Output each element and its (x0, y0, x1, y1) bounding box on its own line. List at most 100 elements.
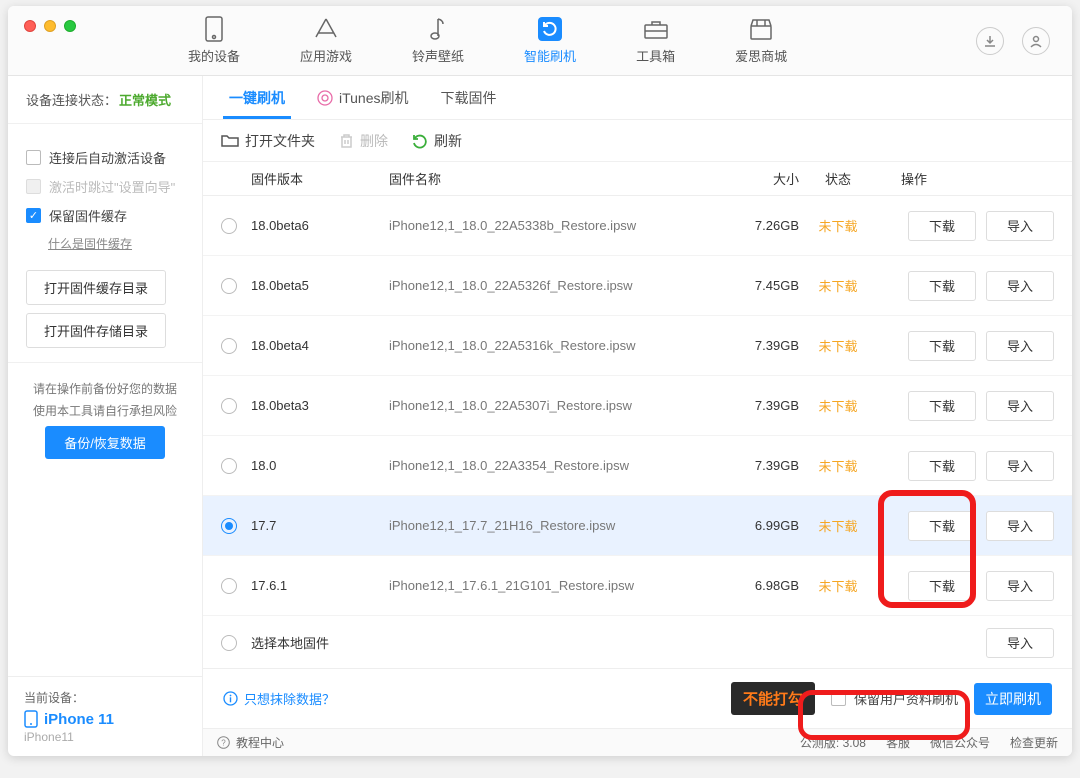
nav-smart-flash[interactable]: 智能刷机 (524, 16, 576, 65)
checkbox-auto-activate[interactable]: 连接后自动激活设备 (26, 148, 184, 167)
refresh-icon (537, 16, 563, 42)
svg-text:?: ? (221, 739, 226, 748)
firmware-row[interactable]: 18.0beta3iPhone12,1_18.0_22A5307i_Restor… (203, 376, 1072, 436)
store-icon (748, 16, 774, 42)
download-manager-button[interactable] (976, 27, 1004, 55)
appstore-icon (313, 16, 339, 42)
firmware-list: 18.0beta6iPhone12,1_18.0_22A5338b_Restor… (203, 196, 1072, 668)
import-button[interactable]: 导入 (986, 451, 1054, 481)
firmware-row[interactable]: 18.0iPhone12,1_18.0_22A3354_Restore.ipsw… (203, 436, 1072, 496)
firmware-row[interactable]: 18.0beta6iPhone12,1_18.0_22A5338b_Restor… (203, 196, 1072, 256)
col-ops: 操作 (877, 169, 1047, 188)
tab-itunes-flash[interactable]: iTunes刷机 (301, 76, 425, 119)
radio-icon[interactable] (221, 578, 237, 594)
nav-store[interactable]: 爱思商城 (735, 16, 787, 65)
checkbox-keep-userdata[interactable]: 保留用户资料刷机 (831, 689, 958, 708)
account-button[interactable] (1022, 27, 1050, 55)
radio-icon[interactable] (221, 338, 237, 354)
open-store-dir-button[interactable]: 打开固件存储目录 (26, 313, 166, 348)
import-button[interactable]: 导入 (986, 571, 1054, 601)
erase-data-link[interactable]: 只想抹除数据？ (223, 689, 335, 708)
cell-local-label: 选择本地固件 (251, 633, 329, 652)
firmware-row-local[interactable]: 选择本地固件 导入 (203, 616, 1072, 668)
connection-mode: 正常模式 (119, 93, 171, 108)
whatis-cache-link[interactable]: 什么是固件缓存 (48, 237, 132, 251)
checkbox-icon (26, 179, 41, 194)
annotation-badge: 不能打勾 (731, 682, 815, 715)
cell-size: 6.98GB (719, 578, 799, 593)
nav-label: 铃声壁纸 (412, 46, 464, 65)
cell-version: 18.0beta6 (251, 218, 389, 233)
firmware-row[interactable]: 17.7iPhone12,1_17.7_21H16_Restore.ipsw6.… (203, 496, 1072, 556)
minimize-icon[interactable] (44, 20, 56, 32)
refresh-button[interactable]: 刷新 (412, 131, 462, 151)
col-size: 大小 (719, 169, 799, 188)
import-button[interactable]: 导入 (986, 628, 1054, 658)
nav-ringtones[interactable]: 铃声壁纸 (412, 16, 464, 65)
version-label: 公测版: 3.08 (800, 734, 866, 751)
import-button[interactable]: 导入 (986, 331, 1054, 361)
download-button[interactable]: 下载 (908, 511, 976, 541)
tab-download-firmware[interactable]: 下载固件 (425, 76, 513, 119)
cell-filename: iPhone12,1_18.0_22A5326f_Restore.ipsw (389, 278, 719, 293)
nav-label: 应用游戏 (300, 46, 352, 65)
table-header: 固件版本 固件名称 大小 状态 操作 (203, 162, 1072, 196)
cell-size: 7.26GB (719, 218, 799, 233)
cell-status: 未下载 (799, 576, 877, 595)
nav-toolbox[interactable]: 工具箱 (636, 16, 675, 65)
download-button[interactable]: 下载 (908, 271, 976, 301)
traffic-lights[interactable] (24, 20, 76, 32)
cell-status: 未下载 (799, 456, 877, 475)
radio-icon[interactable] (221, 518, 237, 534)
sidebar-warning: 请在操作前备份好您的数据 使用本工具请自行承担风险 备份/恢复数据 (8, 363, 202, 471)
cell-version: 17.7 (251, 518, 389, 533)
titlebar: 我的设备 应用游戏 铃声壁纸 智能刷机 工具箱 爱思商城 (8, 6, 1072, 76)
download-button[interactable]: 下载 (908, 331, 976, 361)
radio-icon[interactable] (221, 278, 237, 294)
import-button[interactable]: 导入 (986, 511, 1054, 541)
firmware-row[interactable]: 18.0beta5iPhone12,1_18.0_22A5326f_Restor… (203, 256, 1072, 316)
download-button[interactable]: 下载 (908, 391, 976, 421)
import-button[interactable]: 导入 (986, 211, 1054, 241)
close-icon[interactable] (24, 20, 36, 32)
radio-icon[interactable] (221, 218, 237, 234)
phone-icon (24, 710, 38, 728)
radio-icon[interactable] (221, 635, 237, 651)
import-button[interactable]: 导入 (986, 271, 1054, 301)
col-name: 固件名称 (389, 169, 719, 188)
wechat-link[interactable]: 微信公众号 (930, 734, 990, 751)
info-icon (223, 691, 238, 706)
support-link[interactable]: 客服 (886, 734, 910, 751)
download-button[interactable]: 下载 (908, 211, 976, 241)
delete-button: 删除 (339, 131, 388, 151)
checkbox-keep-cache[interactable]: ✓ 保留固件缓存 (26, 206, 184, 225)
radio-icon[interactable] (221, 458, 237, 474)
current-device-model: iPhone11 (24, 730, 186, 744)
checkbox-skip-wizard: 激活时跳过"设置向导" (26, 177, 184, 196)
cell-version: 18.0beta4 (251, 338, 389, 353)
nav-apps-games[interactable]: 应用游戏 (300, 16, 352, 65)
flash-now-button[interactable]: 立即刷机 (974, 683, 1052, 715)
help-icon: ? (217, 736, 230, 749)
import-button[interactable]: 导入 (986, 391, 1054, 421)
col-version: 固件版本 (251, 169, 389, 188)
nav-my-device[interactable]: 我的设备 (188, 16, 240, 65)
firmware-row[interactable]: 17.6.1iPhone12,1_17.6.1_21G101_Restore.i… (203, 556, 1072, 616)
fullscreen-icon[interactable] (64, 20, 76, 32)
cell-filename: iPhone12,1_17.6.1_21G101_Restore.ipsw (389, 578, 719, 593)
tab-oneclick-flash[interactable]: 一键刷机 (213, 76, 301, 119)
firmware-row[interactable]: 18.0beta4iPhone12,1_18.0_22A5316k_Restor… (203, 316, 1072, 376)
check-update-link[interactable]: 检查更新 (1010, 734, 1058, 751)
current-device-name[interactable]: iPhone 11 (24, 710, 186, 728)
tutorial-center-link[interactable]: ? 教程中心 (217, 734, 284, 751)
open-folder-button[interactable]: 打开文件夹 (221, 131, 315, 151)
radio-icon[interactable] (221, 398, 237, 414)
download-button[interactable]: 下载 (908, 571, 976, 601)
open-cache-dir-button[interactable]: 打开固件缓存目录 (26, 270, 166, 305)
music-icon (425, 16, 451, 42)
cell-size: 7.39GB (719, 398, 799, 413)
cell-status: 未下载 (799, 216, 877, 235)
download-button[interactable]: 下载 (908, 451, 976, 481)
folder-icon (221, 133, 239, 148)
backup-restore-button[interactable]: 备份/恢复数据 (45, 426, 165, 459)
